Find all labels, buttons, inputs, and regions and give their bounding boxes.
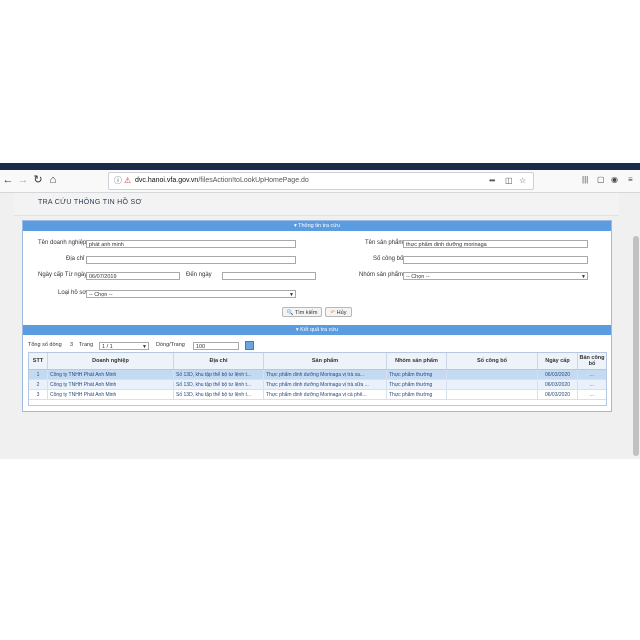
cell-company: Công ty TNHH Phát Anh Minh (48, 390, 174, 400)
product-group-select[interactable]: -- Chọn -- ▼ (403, 272, 588, 280)
search-button[interactable]: 🔍 Tìm kiếm (282, 307, 322, 317)
file-type-selected: -- Chọn -- (89, 292, 113, 298)
account-icon[interactable]: ◉ (611, 174, 618, 186)
cell-product-group: Thực phẩm thường (387, 390, 447, 400)
company-label: Tên doanh nghiệp (38, 240, 87, 246)
page-selected: 1 / 1 (102, 344, 113, 350)
file-type-select[interactable]: -- Chọn -- ▼ (86, 290, 296, 298)
chevron-down-icon: ▼ (142, 344, 147, 350)
go-page-icon[interactable] (245, 341, 254, 350)
home-icon[interactable]: ⌂ (46, 173, 60, 187)
cell-product-group: Thực phẩm thường (387, 380, 447, 390)
cell-product-group: Thực phẩm thường (387, 370, 447, 380)
cell-address: Số 13D, khu tập thể bộ tư lệnh t... (174, 380, 264, 390)
pocket-icon[interactable]: ◫ (505, 175, 513, 186)
col-header-product-group[interactable]: Nhóm sản phẩm (387, 353, 447, 370)
chevron-down-icon: ▼ (289, 292, 294, 298)
date-from-label: Ngày cấp Từ ngày (38, 272, 88, 278)
cell-document-link[interactable]: ... (578, 390, 606, 400)
announce-no-label: Số công bố (373, 256, 404, 262)
address-input[interactable] (86, 256, 296, 264)
search-section-title: Thông tin tra cứu (298, 223, 341, 229)
date-from-input[interactable]: 06/07/2019 (86, 272, 180, 280)
results-table: STT Doanh nghiệp Địa chỉ Sản phẩm Nhóm s… (28, 352, 607, 406)
col-header-company[interactable]: Doanh nghiệp (48, 353, 174, 370)
announce-no-input[interactable] (403, 256, 588, 264)
cancel-button-label: Hủy (336, 310, 347, 316)
cell-document-link[interactable]: ... (578, 370, 606, 380)
product-group-selected: -- Chọn -- (406, 274, 430, 280)
url-domain: dvc.hanoi.vfa.gov.vn (135, 177, 199, 184)
browser-tab-strip (0, 163, 640, 170)
library-icon[interactable]: ||| (582, 174, 588, 186)
cell-announce-no (447, 380, 538, 390)
page-label: Trang (79, 342, 94, 348)
page-select[interactable]: 1 / 1 ▼ (99, 342, 149, 350)
cell-company: Công ty TNHH Phát Anh Minh (48, 380, 174, 390)
search-section-header[interactable]: ▾ Thông tin tra cứu (23, 221, 611, 231)
cell-company: Công ty TNHH Phát Anh Minh (48, 370, 174, 380)
file-type-label: Loại hồ sơ (58, 290, 87, 296)
address-label: Địa chỉ (66, 256, 85, 262)
product-label: Tên sản phẩm (365, 240, 404, 246)
chevron-down-icon: ▼ (581, 274, 586, 280)
product-group-label: Nhóm sản phẩm (359, 272, 404, 278)
rows-per-page-input[interactable]: 100 (193, 342, 239, 350)
table-row[interactable]: 1 Công ty TNHH Phát Anh Minh Số 13D, khu… (29, 370, 606, 380)
col-header-stt[interactable]: STT (29, 353, 48, 370)
col-header-document[interactable]: Bản công bố (578, 353, 606, 370)
col-header-product[interactable]: Sản phẩm (264, 353, 387, 370)
sidebar-icon[interactable]: ▢ (597, 174, 605, 186)
reload-icon[interactable]: ↻ (31, 173, 45, 187)
cell-product[interactable]: Thực phẩm dinh dưỡng Morinaga vị cà phê.… (264, 390, 387, 400)
cell-date: 06/03/2020 (538, 380, 578, 390)
cell-document-link[interactable]: ... (578, 380, 606, 390)
total-rows-value: 3 (70, 342, 74, 348)
col-header-announce-no[interactable]: Số công bố (447, 353, 538, 370)
url-path: /filesAction!toLookUpHomePage.do (198, 177, 309, 184)
cell-date: 06/03/2020 (538, 390, 578, 400)
product-input[interactable]: thực phẩm dinh dưỡng morinaga (403, 240, 588, 248)
table-row[interactable]: 2 Công ty TNHH Phát Anh Minh Số 13D, khu… (29, 380, 606, 390)
cell-product[interactable]: Thực phẩm dinh dưỡng Morinaga vị trà xa.… (264, 370, 387, 380)
cell-date: 06/03/2020 (538, 370, 578, 380)
forward-icon[interactable]: → (16, 173, 30, 187)
browser-toolbar: ← → ↻ ⌂ ⓘ ⚠ dvc.hanoi.vfa.gov.vn/filesAc… (0, 170, 640, 193)
cell-stt: 3 (29, 390, 48, 400)
date-to-input[interactable] (222, 272, 316, 280)
results-section-header[interactable]: ▾ Kết quả tra cứu (23, 325, 611, 335)
table-row[interactable]: 3 Công ty TNHH Phát Anh Minh Số 13D, khu… (29, 390, 606, 400)
app-menu-icon[interactable]: ≡ (628, 174, 633, 186)
company-input[interactable]: phát anh minh (86, 240, 296, 248)
insecure-lock-icon[interactable]: ⚠ (124, 175, 131, 186)
cell-address: Số 13D, khu tập thể bộ tư lệnh t... (174, 370, 264, 380)
page-actions-menu-icon[interactable]: ••• (489, 175, 495, 186)
page-title: TRA CỨU THÔNG TIN HỒ SƠ (38, 199, 142, 206)
undo-icon: ↶ (330, 310, 336, 316)
magnifier-icon: 🔍 (286, 310, 294, 316)
total-rows-label: Tổng số dòng (28, 342, 62, 348)
date-to-label: Đến ngày (186, 272, 212, 278)
col-header-address[interactable]: Địa chỉ (174, 353, 264, 370)
search-button-label: Tìm kiếm (294, 310, 318, 316)
url-bar[interactable]: ⓘ ⚠ dvc.hanoi.vfa.gov.vn/filesAction!toL… (108, 172, 534, 190)
page-header: TRA CỨU THÔNG TIN HỒ SƠ (14, 193, 619, 216)
url-text[interactable]: dvc.hanoi.vfa.gov.vn/filesAction!toLookU… (135, 175, 309, 186)
bookmark-star-icon[interactable]: ☆ (519, 175, 526, 186)
results-section-title: Kết quả tra cứu (300, 327, 339, 333)
back-icon[interactable]: ← (1, 173, 15, 187)
cancel-button[interactable]: ↶ Hủy (325, 307, 352, 317)
cell-announce-no (447, 370, 538, 380)
col-header-date[interactable]: Ngày cấp (538, 353, 578, 370)
cell-address: Số 13D, khu tập thể bộ tư lệnh t... (174, 390, 264, 400)
cell-stt: 2 (29, 380, 48, 390)
rows-per-page-label: Dòng/Trang (156, 342, 185, 348)
cell-product[interactable]: Thực phẩm dinh dưỡng Morinaga vị trà sữa… (264, 380, 387, 390)
scrollbar-thumb[interactable] (633, 236, 639, 456)
cell-announce-no (447, 390, 538, 400)
search-panel: ▾ Thông tin tra cứu Tên doanh nghiệp phá… (22, 220, 612, 412)
info-icon[interactable]: ⓘ (114, 175, 122, 186)
cell-stt: 1 (29, 370, 48, 380)
